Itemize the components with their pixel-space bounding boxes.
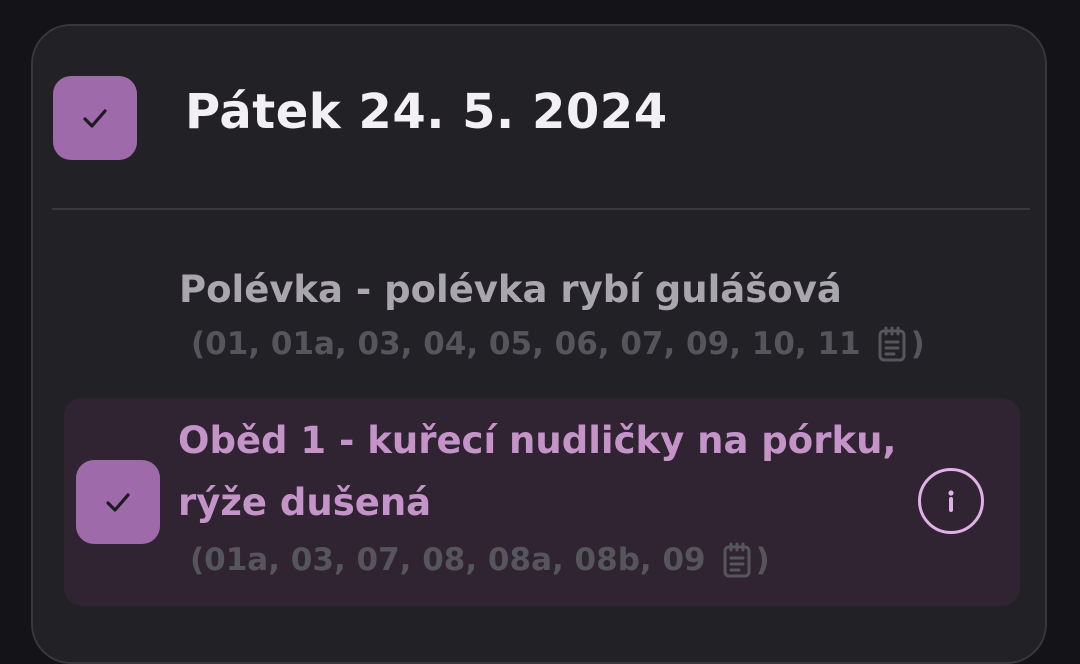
info-button[interactable] (918, 468, 984, 534)
allergens-close: ) (755, 542, 770, 578)
allergens-open: ( (190, 542, 205, 578)
item-title-line2: rýže dušená (178, 481, 432, 524)
note-icon (722, 542, 752, 578)
allergens-close: ) (910, 326, 925, 362)
check-icon (83, 109, 107, 128)
divider (52, 208, 1030, 210)
allergens: ( 01a, 03, 07, 08, 08a, 08b, 09 ) (190, 542, 896, 578)
item-title: Polévka - polévka rybí gulášová (179, 268, 842, 311)
item-title-line1: Oběd 1 - kuřecí nudličky na pórku, (178, 419, 897, 462)
lunch-checkbox[interactable] (76, 460, 160, 544)
day-menu-card: Pátek 24. 5. 2024 Polévka - polévka rybí… (31, 24, 1047, 664)
note-icon (877, 326, 907, 362)
allergens-list: 01a, 03, 07, 08, 08a, 08b, 09 (204, 542, 706, 578)
allergens-list: 01, 01a, 03, 04, 05, 06, 07, 09, 10, 11 (205, 326, 861, 362)
info-icon (948, 490, 954, 512)
menu-item-soup[interactable]: Polévka - polévka rybí gulášová ( 01, 01… (179, 260, 925, 362)
allergens: ( 01, 01a, 03, 04, 05, 06, 07, 09, 10, 1… (191, 326, 925, 362)
item-text: Oběd 1 - kuřecí nudličky na pórku, rýže … (178, 410, 896, 578)
day-checkbox[interactable] (53, 76, 137, 160)
check-icon (106, 493, 130, 512)
allergens-open: ( (191, 326, 206, 362)
day-title: Pátek 24. 5. 2024 (185, 84, 668, 140)
menu-item-lunch-1[interactable]: Oběd 1 - kuřecí nudličky na pórku, rýže … (64, 398, 1020, 606)
